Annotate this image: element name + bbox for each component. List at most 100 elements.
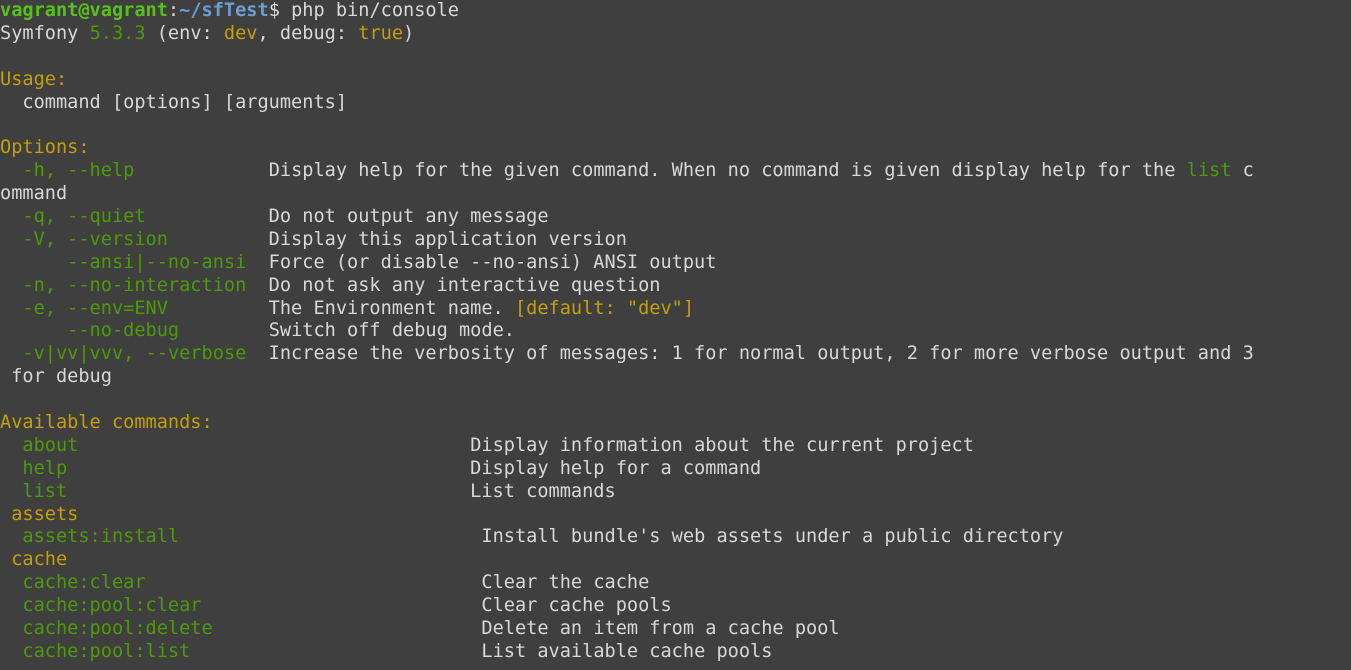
prompt-path: ~/sfTest: [179, 0, 269, 21]
option-desc-help: Display help for the given command. When…: [268, 160, 1187, 182]
symfony-env-open: (env:: [145, 22, 224, 44]
symfony-version-line: Symfony 5.3.3 (env: dev, debug: true): [0, 23, 1351, 46]
command-row[interactable]: help Display help for a command: [0, 458, 1351, 481]
command-name-cache-pool-clear: cache:pool:clear: [0, 595, 202, 617]
command-desc-cache-pool-clear: Clear cache pools: [481, 595, 672, 617]
command-pad: [67, 458, 470, 479]
prompt-command: php bin/console: [279, 0, 460, 21]
option-row-quiet: -q, --quiet Do not output any message: [0, 206, 1351, 229]
option-flags-no-interaction: -n, --no-interaction: [0, 274, 247, 296]
option-pad: [134, 160, 268, 181]
option-row-verbose: -v|vv|vvv, --verbose Increase the verbos…: [0, 343, 1351, 366]
available-commands-header: Available commands:: [0, 412, 1351, 435]
option-row-help: -h, --help Display help for the given co…: [0, 160, 1351, 183]
command-name-help: help: [0, 457, 68, 479]
option-desc-verbose-wrap: for debug: [0, 366, 112, 388]
option-desc-version: Display this application version: [268, 228, 627, 250]
usage-syntax-line: command [options] [arguments]: [0, 92, 1351, 115]
command-row[interactable]: cache:pool:delete Delete an item from a …: [0, 618, 1351, 641]
option-flags-help: -h, --help: [0, 160, 135, 182]
prompt-separator: :: [167, 0, 180, 21]
usage-header-text: Usage:: [0, 68, 68, 90]
command-desc-help: Display help for a command: [470, 457, 762, 479]
option-desc-help-list-link: list: [1186, 160, 1232, 182]
option-pad: [168, 229, 269, 250]
shell-prompt-line: vagrant@vagrant:~/sfTest$ php bin/consol…: [0, 0, 1351, 23]
command-pad: [213, 618, 482, 639]
command-row[interactable]: cache:pool:list List available cache poo…: [0, 641, 1351, 664]
option-row-env: -e, --env=ENV The Environment name. [def…: [0, 298, 1351, 321]
command-name-about: about: [0, 434, 79, 456]
command-desc-cache-pool-delete: Delete an item from a cache pool: [481, 618, 840, 640]
command-name-cache-clear: cache:clear: [0, 572, 146, 594]
option-desc-env: The Environment name.: [268, 297, 515, 319]
option-desc-verbose: Increase the verbosity of messages: 1 fo…: [268, 343, 1254, 365]
symfony-debug-label: , debug:: [257, 22, 359, 44]
symfony-debug-value: true: [358, 22, 404, 44]
command-name-list: list: [0, 480, 68, 502]
option-row-version: -V, --version Display this application v…: [0, 229, 1351, 252]
option-row-verbose-wrap: for debug: [0, 366, 1351, 389]
option-default-badge-env: [default: "dev"]: [514, 297, 695, 319]
prompt-user-host: vagrant@vagrant: [0, 0, 168, 21]
command-name-cache-pool-delete: cache:pool:delete: [0, 618, 213, 640]
command-row[interactable]: about Display information about the curr…: [0, 435, 1351, 458]
usage-header: Usage:: [0, 69, 1351, 92]
option-flags-verbose: -v|vv|vvv, --verbose: [0, 343, 247, 365]
option-desc-ansi: Force (or disable --no-ansi) ANSI output: [268, 251, 717, 273]
terminal-window[interactable]: vagrant@vagrant:~/sfTest$ php bin/consol…: [0, 0, 1351, 670]
command-pad: [78, 435, 470, 456]
command-desc-assets-install: Install bundle's web assets under a publ…: [481, 526, 1064, 548]
usage-syntax-text: command [options] [arguments]: [0, 91, 348, 113]
command-desc-cache-pool-list: List available cache pools: [481, 640, 773, 662]
command-name-cache-pool-list: cache:pool:list: [0, 640, 191, 662]
command-namespace-cache: cache: [0, 549, 1351, 572]
options-header-text: Options:: [0, 137, 90, 159]
symfony-version-number: 5.3.3: [89, 22, 146, 44]
namespace-label-assets: assets: [0, 503, 79, 525]
available-commands-header-text: Available commands:: [0, 412, 213, 434]
option-row-help-wrap: ommand: [0, 183, 1351, 206]
option-desc-no-debug: Switch off debug mode.: [268, 320, 515, 342]
option-flags-no-debug: --no-debug: [0, 320, 180, 342]
command-name-assets-install: assets:install: [0, 526, 180, 548]
option-flags-env: -e, --env=ENV: [0, 297, 168, 319]
command-pad: [190, 641, 481, 662]
option-desc-help-tail: c: [1231, 160, 1254, 182]
command-pad: [146, 572, 482, 593]
options-header: Options:: [0, 137, 1351, 160]
option-flags-quiet: -q, --quiet: [0, 206, 146, 228]
command-desc-list: List commands: [470, 480, 616, 502]
prompt-sigil: $: [268, 0, 280, 21]
option-pad: [246, 252, 268, 273]
command-pad: [179, 526, 481, 547]
command-row[interactable]: assets:install Install bundle's web asse…: [0, 526, 1351, 549]
option-flags-ansi: --ansi|--no-ansi: [0, 251, 247, 273]
command-row[interactable]: list List commands: [0, 481, 1351, 504]
command-pad: [67, 481, 470, 502]
option-desc-quiet: Do not output any message: [268, 206, 549, 228]
command-desc-about: Display information about the current pr…: [470, 434, 974, 456]
symfony-env-close: ): [403, 22, 415, 44]
option-desc-help-wrap: ommand: [0, 183, 68, 205]
namespace-label-cache: cache: [0, 549, 68, 571]
symfony-app-label: Symfony: [0, 22, 90, 44]
option-row-no-debug: --no-debug Switch off debug mode.: [0, 320, 1351, 343]
command-pad: [202, 595, 482, 616]
option-flags-version: -V, --version: [0, 228, 168, 250]
option-pad: [246, 343, 268, 364]
option-pad: [179, 320, 269, 341]
command-row[interactable]: cache:pool:clear Clear cache pools: [0, 595, 1351, 618]
command-row[interactable]: cache:clear Clear the cache: [0, 572, 1351, 595]
symfony-env-value: dev: [223, 22, 258, 44]
option-pad: [168, 298, 269, 319]
command-namespace-assets: assets: [0, 504, 1351, 527]
option-pad: [246, 275, 268, 296]
option-row-no-interaction: -n, --no-interaction Do not ask any inte…: [0, 275, 1351, 298]
option-row-ansi: --ansi|--no-ansi Force (or disable --no-…: [0, 252, 1351, 275]
option-pad: [146, 206, 269, 227]
command-desc-cache-clear: Clear the cache: [481, 572, 650, 594]
